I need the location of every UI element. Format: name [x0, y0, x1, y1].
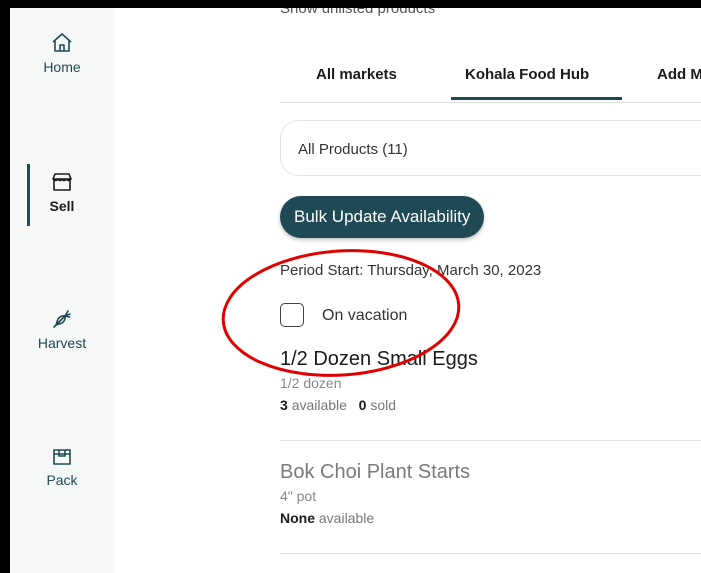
sidebar-nav: Home Sell Harvest Pack: [10, 8, 114, 573]
list-item[interactable]: 1/2 Dozen Small Eggs 1/2 dozen 3 availab…: [280, 348, 701, 413]
product-filter-select[interactable]: All Products (11): [280, 120, 701, 176]
period-start: Period Start: Thursday, March 30, 2023: [280, 262, 542, 279]
sidebar-item-home[interactable]: Home: [10, 31, 114, 75]
bulk-update-availability-button[interactable]: Bulk Update Availability: [280, 196, 485, 238]
list-divider: [280, 553, 701, 554]
active-tab-underline: [451, 97, 622, 100]
list-item[interactable]: Bok Choi Plant Starts 4" pot None availa…: [280, 461, 701, 526]
tab-add-market[interactable]: Add M: [657, 66, 701, 83]
main-content: Show unlisted products All markets Kohal…: [114, 8, 701, 573]
sidebar-item-harvest[interactable]: Harvest: [10, 307, 114, 351]
sidebar-item-pack[interactable]: Pack: [10, 444, 114, 488]
sold-word: sold: [370, 397, 396, 413]
sidebar-item-label: Pack: [46, 472, 78, 488]
sidebar-item-label: Sell: [49, 198, 75, 214]
sidebar-item-label: Harvest: [37, 335, 87, 351]
on-vacation-checkbox[interactable]: [280, 303, 304, 327]
home-icon: [52, 33, 72, 52]
on-vacation-label: On vacation: [322, 307, 408, 324]
available-count: None: [280, 510, 315, 526]
sold-count: 0: [358, 397, 367, 413]
sidebar-item-label: Home: [43, 59, 81, 75]
available-word: available: [318, 510, 375, 526]
product-stock: None available: [280, 510, 701, 526]
window-frame-top: [0, 0, 701, 8]
product-unit: 1/2 dozen: [280, 375, 342, 391]
list-divider: [280, 440, 701, 441]
tab-all-markets[interactable]: All markets: [316, 66, 397, 83]
product-name: 1/2 Dozen Small Eggs: [280, 348, 478, 370]
storefront-icon: [52, 173, 72, 191]
available-word: available: [291, 397, 347, 413]
carrot-icon: [53, 310, 71, 328]
available-count: 3: [280, 397, 288, 413]
product-filter-value: All Products (11): [298, 141, 408, 158]
market-tabs: All markets Kohala Food Hub Add M: [280, 8, 701, 103]
window-frame-left: [0, 0, 10, 573]
tab-kohala-food-hub[interactable]: Kohala Food Hub: [465, 66, 589, 83]
product-stock: 3 available 0 sold: [280, 397, 701, 413]
product-unit: 4" pot: [280, 488, 317, 504]
product-name: Bok Choi Plant Starts: [280, 461, 471, 483]
sidebar-item-sell[interactable]: Sell: [10, 170, 114, 214]
box-icon: [53, 449, 71, 465]
